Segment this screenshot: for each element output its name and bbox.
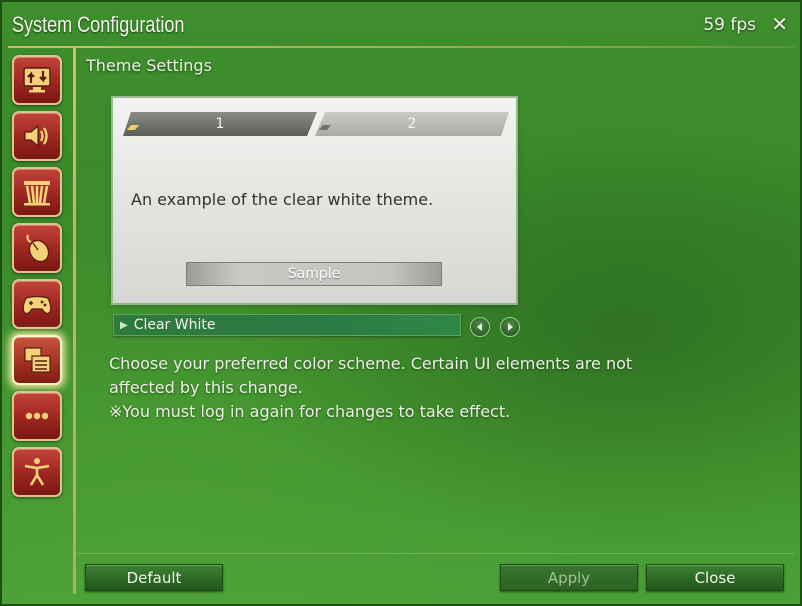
gamepad-icon <box>22 295 52 315</box>
speaker-icon <box>24 124 48 148</box>
person-icon <box>24 458 50 486</box>
sidebar-item-other[interactable] <box>12 167 62 217</box>
section-title: Theme Settings <box>86 56 212 75</box>
theme-preview-panel: 1 2 An example of the clear white theme.… <box>113 98 516 303</box>
preview-tab-2: 2 <box>315 112 509 136</box>
preview-text: An example of the clear white theme. <box>131 190 434 209</box>
sidebar-item-theme[interactable] <box>12 335 62 385</box>
theme-description: Choose your preferred color scheme. Cert… <box>109 352 709 424</box>
close-icon[interactable]: ✕ <box>771 12 788 36</box>
fps-counter: 59 fps <box>703 15 756 35</box>
title-divider <box>8 46 794 48</box>
apply-button[interactable]: Apply <box>500 564 638 591</box>
footer-divider <box>78 553 794 554</box>
sidebar-item-display[interactable] <box>12 55 62 105</box>
description-note: ※You must log in again for changes to ta… <box>109 402 511 421</box>
sidebar-item-gamepad[interactable] <box>12 279 62 329</box>
theme-dropdown-value: Clear White <box>133 317 216 333</box>
bars-icon <box>24 181 50 206</box>
dropdown-arrow-icon: ▶ <box>120 319 128 331</box>
preview-tab-1: 1 <box>123 112 317 136</box>
sidebar-item-accessibility[interactable] <box>12 447 62 497</box>
sidebar-item-more[interactable] <box>12 391 62 441</box>
windows-icon <box>24 347 51 373</box>
title-bar: System Configuration 59 fps ✕ <box>0 0 802 48</box>
monitor-arrows-icon <box>23 67 51 93</box>
previous-theme-button[interactable] <box>470 317 490 337</box>
sample-button: Sample <box>186 262 442 286</box>
sidebar-item-sound[interactable] <box>12 111 62 161</box>
description-line: Choose your preferred color scheme. Cert… <box>109 354 633 373</box>
ellipsis-icon <box>25 412 49 420</box>
window-title: System Configuration <box>12 12 185 37</box>
description-line: affected by this change. <box>109 378 303 397</box>
sidebar <box>12 55 66 503</box>
next-theme-button[interactable] <box>500 317 520 337</box>
sidebar-divider <box>73 48 76 594</box>
close-button[interactable]: Close <box>646 564 784 591</box>
chevron-left-icon <box>477 323 482 331</box>
chevron-right-icon <box>508 323 513 331</box>
default-button[interactable]: Default <box>85 564 223 591</box>
sidebar-item-mouse[interactable] <box>12 223 62 273</box>
system-configuration-window: System Configuration 59 fps ✕ Theme Sett… <box>0 0 802 606</box>
theme-dropdown[interactable]: ▶ Clear White <box>113 314 461 336</box>
mouse-icon <box>26 234 50 263</box>
